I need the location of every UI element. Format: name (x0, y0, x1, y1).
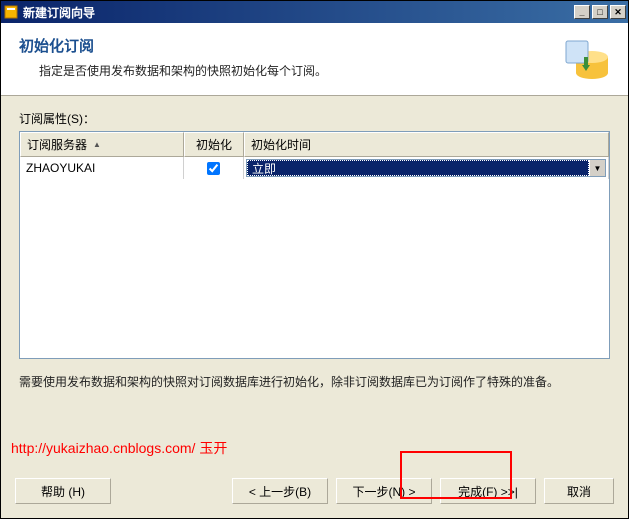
finish-button[interactable]: 完成(F) >>| (440, 478, 536, 504)
window-title: 新建订阅向导 (23, 4, 572, 21)
wizard-header: 初始化订阅 指定是否使用发布数据和架构的快照初始化每个订阅。 (1, 23, 628, 96)
section-label: 订阅属性(S)： (19, 110, 610, 127)
titlebar: 新建订阅向导 _ □ ✕ (1, 1, 628, 23)
chevron-down-icon[interactable]: ▼ (589, 160, 605, 176)
col-header-init[interactable]: 初始化 (184, 132, 244, 157)
page-subtitle: 指定是否使用发布数据和架构的快照初始化每个订阅。 (19, 62, 560, 79)
note-text: 需要使用发布数据和架构的快照对订阅数据库进行初始化，除非订阅数据库已为订阅作了特… (19, 373, 610, 390)
col-header-server[interactable]: 订阅服务器 ▲ (20, 132, 184, 157)
minimize-button[interactable]: _ (574, 5, 590, 19)
grid-header: 订阅服务器 ▲ 初始化 初始化时间 (20, 132, 609, 157)
col-header-time-label: 初始化时间 (251, 136, 311, 153)
cell-init (184, 157, 244, 179)
col-header-time[interactable]: 初始化时间 (244, 132, 609, 157)
init-time-dropdown[interactable]: 立即 ▼ (246, 159, 606, 177)
page-title: 初始化订阅 (19, 35, 560, 56)
init-checkbox[interactable] (207, 162, 220, 175)
wizard-window: 新建订阅向导 _ □ ✕ 初始化订阅 指定是否使用发布数据和架构的快照初始化每个… (0, 0, 629, 519)
cell-server: ZHAOYUKAI (20, 157, 184, 179)
col-header-server-label: 订阅服务器 (27, 136, 87, 153)
back-button[interactable]: < 上一步(B) (232, 478, 328, 504)
col-header-init-label: 初始化 (196, 136, 232, 153)
sort-asc-icon: ▲ (93, 140, 101, 149)
blog-link[interactable]: http://yukaizhao.cnblogs.com/ (11, 440, 195, 456)
header-icon (560, 35, 610, 85)
author-name: 玉开 (199, 440, 227, 456)
attribution: http://yukaizhao.cnblogs.com/ 玉开 (1, 398, 628, 468)
app-icon (3, 4, 19, 20)
init-time-value: 立即 (247, 160, 589, 176)
help-button[interactable]: 帮助 (H) (15, 478, 111, 504)
close-button[interactable]: ✕ (610, 5, 626, 19)
cell-time: 立即 ▼ (244, 157, 609, 179)
button-bar: 帮助 (H) < 上一步(B) 下一步(N) > 完成(F) >>| 取消 (1, 468, 628, 518)
cancel-button[interactable]: 取消 (544, 478, 614, 504)
wizard-body: 订阅属性(S)： 订阅服务器 ▲ 初始化 初始化时间 ZHAOYUKAI (1, 96, 628, 398)
table-row: ZHAOYUKAI 立即 ▼ (20, 157, 609, 179)
next-button[interactable]: 下一步(N) > (336, 478, 432, 504)
maximize-button[interactable]: □ (592, 5, 608, 19)
subscription-grid: 订阅服务器 ▲ 初始化 初始化时间 ZHAOYUKAI 立即 (19, 131, 610, 359)
